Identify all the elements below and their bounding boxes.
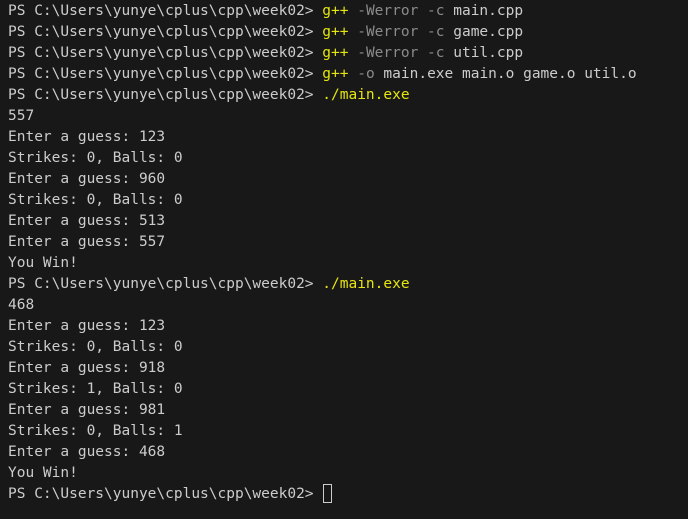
command-flag: -Werror -c (348, 24, 445, 40)
command-flag: -Werror -c (348, 45, 445, 61)
output-line: Enter a guess: 123 (8, 318, 166, 334)
output-line: Enter a guess: 960 (8, 171, 166, 187)
output-line: Enter a guess: 513 (8, 213, 166, 229)
output-line: Strikes: 0, Balls: 0 (8, 339, 183, 355)
command-argument: main.cpp (444, 3, 524, 19)
prompt-path: PS C:\Users\yunye\cplus\cpp\week02> (8, 24, 323, 40)
prompt-path: PS C:\Users\yunye\cplus\cpp\week02> (8, 45, 323, 61)
command-name: g++ (322, 45, 349, 61)
output-line: Enter a guess: 468 (8, 444, 166, 460)
command-flag: -o (348, 66, 375, 82)
prompt-path: PS C:\Users\yunye\cplus\cpp\week02> (8, 276, 323, 292)
prompt-path: PS C:\Users\yunye\cplus\cpp\week02> (8, 66, 323, 82)
prompt-path: PS C:\Users\yunye\cplus\cpp\week02> (8, 486, 323, 502)
output-line: 557 (8, 108, 35, 124)
active-prompt-line: PS C:\Users\yunye\cplus\cpp\week02> (8, 484, 688, 505)
output-line: Strikes: 1, Balls: 0 (8, 381, 183, 397)
output-line: Strikes: 0, Balls: 1 (8, 423, 183, 439)
output-line: You Win! (8, 465, 78, 481)
output-line: 468 (8, 297, 35, 313)
output-line: Strikes: 0, Balls: 0 (8, 192, 183, 208)
command-argument: main.exe main.o game.o util.o (374, 66, 637, 82)
output-line: Enter a guess: 123 (8, 129, 166, 145)
command-line: PS C:\Users\yunye\cplus\cpp\week02> g++ … (8, 43, 688, 64)
command-line: PS C:\Users\yunye\cplus\cpp\week02> g++ … (8, 64, 688, 85)
output-line: You Win! (8, 255, 78, 271)
command-argument: util.cpp (444, 45, 524, 61)
command-name: ./main.exe (322, 276, 410, 292)
text-cursor[interactable] (323, 484, 333, 503)
command-line: PS C:\Users\yunye\cplus\cpp\week02> g++ … (8, 1, 688, 22)
command-name: g++ (322, 3, 349, 19)
output-line: Strikes: 0, Balls: 0 (8, 150, 183, 166)
prompt-path: PS C:\Users\yunye\cplus\cpp\week02> (8, 3, 323, 19)
command-argument: game.cpp (444, 24, 524, 40)
command-line: PS C:\Users\yunye\cplus\cpp\week02> g++ … (8, 22, 688, 43)
command-name: ./main.exe (322, 87, 410, 103)
prompt-path: PS C:\Users\yunye\cplus\cpp\week02> (8, 87, 323, 103)
terminal-output[interactable]: PS C:\Users\yunye\cplus\cpp\week02> g++ … (0, 0, 688, 519)
command-name: g++ (322, 66, 349, 82)
command-line: PS C:\Users\yunye\cplus\cpp\week02> ./ma… (8, 274, 688, 295)
output-line: Enter a guess: 981 (8, 402, 166, 418)
command-name: g++ (322, 24, 349, 40)
command-line: PS C:\Users\yunye\cplus\cpp\week02> ./ma… (8, 85, 688, 106)
output-line: Enter a guess: 557 (8, 234, 166, 250)
output-line: Enter a guess: 918 (8, 360, 166, 376)
command-flag: -Werror -c (348, 3, 445, 19)
